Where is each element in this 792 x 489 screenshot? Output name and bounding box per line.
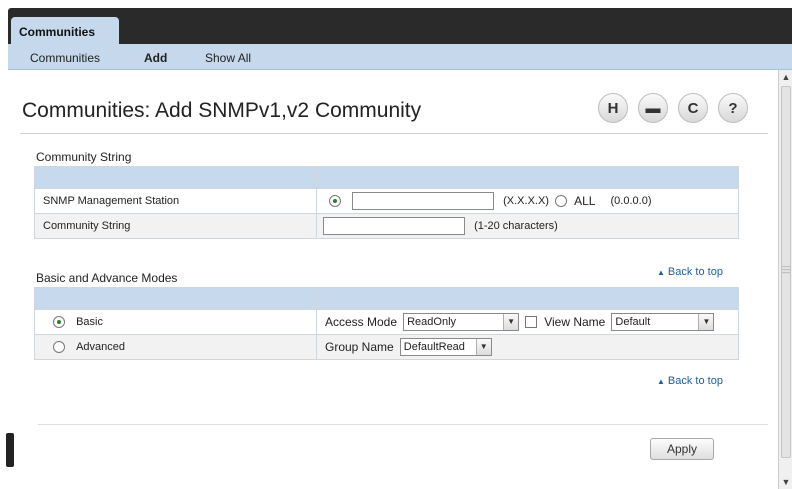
chevron-down-icon: ▼ — [698, 314, 714, 330]
snmp-station-label: SNMP Management Station — [34, 188, 317, 214]
group-name-label: Group Name — [325, 340, 394, 354]
all-label: ALL — [574, 194, 596, 208]
resize-handle[interactable] — [6, 433, 14, 467]
community-string-hint: (1-20 characters) — [474, 220, 558, 232]
table-row: Advanced Group Name DefaultRead ▼ — [34, 334, 739, 360]
tab-communities[interactable]: Communities — [11, 17, 119, 44]
table-row: Community String (1-20 characters) — [34, 213, 739, 239]
sub-navigation: Communities Add Show All — [8, 44, 792, 70]
view-name-label: View Name — [544, 315, 606, 329]
community-string-label: Community String — [34, 213, 317, 239]
subnav-communities[interactable]: Communities — [30, 51, 100, 65]
apply-button[interactable]: Apply — [650, 438, 714, 460]
all-ip-hint: (0.0.0.0) — [610, 195, 652, 207]
subnav-show-all[interactable]: Show All — [205, 51, 251, 65]
basic-mode-label: Basic — [76, 316, 103, 329]
section-label-modes: Basic and Advance Modes — [36, 271, 178, 285]
community-string-input[interactable] — [323, 217, 465, 235]
ip-format-hint: (X.X.X.X) — [503, 195, 549, 207]
specific-ip-radio[interactable] — [329, 195, 341, 207]
back-to-top-link[interactable]: ▲ Back to top — [657, 375, 723, 387]
page-toolbar: H ▬ C ? — [598, 93, 748, 123]
page-title: Communities: Add SNMPv1,v2 Community — [22, 99, 422, 122]
all-stations-radio[interactable] — [555, 195, 568, 207]
view-name-select[interactable]: Default ▼ — [611, 313, 715, 331]
refresh-icon[interactable]: C — [678, 93, 708, 123]
scroll-up-icon[interactable]: ▲ — [779, 70, 792, 84]
chevron-down-icon: ▼ — [475, 339, 491, 355]
save-icon[interactable]: H — [598, 93, 628, 123]
access-mode-label: Access Mode — [325, 315, 398, 329]
access-mode-select[interactable]: ReadOnly ▼ — [403, 313, 520, 331]
view-name-checkbox[interactable] — [525, 316, 538, 328]
top-tab-bar: Communities — [8, 8, 792, 44]
print-icon[interactable]: ▬ — [638, 93, 668, 123]
chevron-down-icon: ▼ — [503, 314, 519, 330]
title-divider — [20, 133, 768, 134]
community-string-table: SNMP Management Station (X.X.X.X) ALL (0… — [34, 166, 739, 239]
back-to-top-link[interactable]: ▲ Back to top — [657, 266, 723, 278]
footer-divider — [38, 424, 768, 425]
basic-mode-radio[interactable] — [53, 316, 65, 329]
table-row: Basic Access Mode ReadOnly ▼ View Name D… — [34, 309, 739, 335]
help-icon[interactable]: ? — [718, 93, 748, 123]
group-name-select[interactable]: DefaultRead ▼ — [399, 338, 492, 356]
vertical-scrollbar[interactable]: ▲ — — — ▼ — [778, 70, 792, 489]
table-row: SNMP Management Station (X.X.X.X) ALL (0… — [34, 188, 739, 214]
advanced-mode-label: Advanced — [76, 341, 125, 354]
subnav-add[interactable]: Add — [144, 51, 167, 65]
up-triangle-icon: ▲ — [657, 377, 665, 386]
section-label-community-string: Community String — [36, 150, 132, 164]
advanced-mode-radio[interactable] — [53, 341, 65, 354]
up-triangle-icon: ▲ — [657, 268, 665, 277]
management-station-ip-input[interactable] — [352, 192, 495, 210]
modes-table: Basic Access Mode ReadOnly ▼ View Name D… — [34, 287, 739, 360]
scroll-down-icon[interactable]: ▼ — [779, 475, 792, 489]
grip-icon: — — — — [782, 262, 790, 277]
